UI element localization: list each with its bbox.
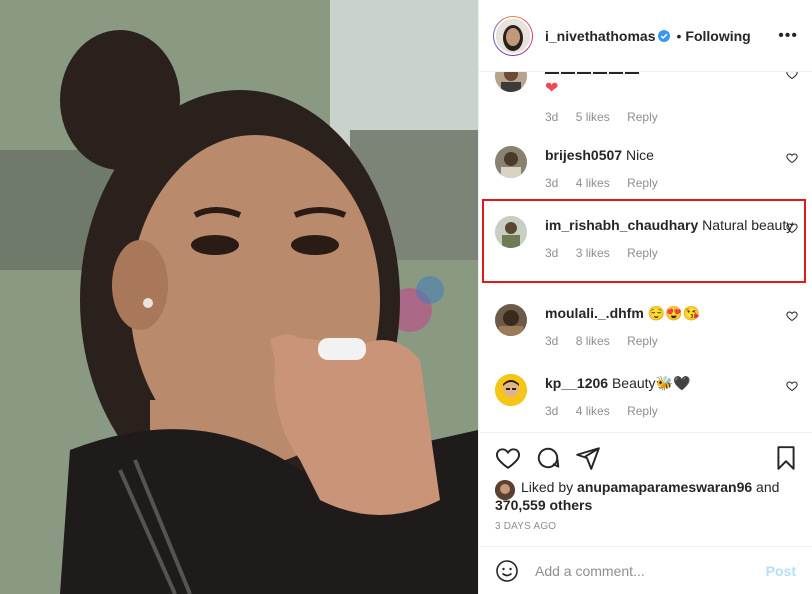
comment-emoji: ❤	[545, 80, 559, 97]
comment-meta: 3d 5 likes Reply	[545, 110, 798, 124]
comment-item: moulali._.dhfm 😌😍😘 3d 8 likes Reply	[495, 304, 798, 348]
comment-text: Beauty🐝🖤	[611, 375, 691, 391]
like-comment-heart-icon[interactable]	[786, 72, 798, 80]
like-comment-heart-icon[interactable]	[786, 152, 798, 164]
save-bookmark-icon[interactable]	[773, 445, 799, 471]
author-username[interactable]: i_nivethathomas	[545, 28, 655, 44]
comment-age: 3d	[545, 176, 559, 190]
liker-avatar[interactable]	[495, 480, 515, 500]
emoji-smiley-icon[interactable]	[495, 559, 519, 583]
comment-age: 3d	[545, 334, 559, 348]
post-actions	[479, 432, 812, 479]
highlight-box	[482, 199, 806, 283]
share-direct-icon[interactable]	[575, 445, 601, 471]
commenter-avatar[interactable]	[495, 374, 527, 406]
reply-button[interactable]: Reply	[627, 334, 658, 348]
post-comment-button[interactable]: Post	[766, 563, 796, 579]
post-side-panel: i_nivethathomas • Following ••• ▬▬▬▬▬▬ ❤…	[478, 0, 812, 594]
liked-by: Liked by anupamaparameswaran96 and 370,5…	[495, 478, 798, 514]
author-avatar[interactable]	[493, 15, 533, 56]
comment-likes[interactable]: 4 likes	[576, 404, 610, 418]
liked-by-user[interactable]: anupamaparameswaran96	[577, 479, 752, 495]
comment-likes[interactable]: 4 likes	[576, 176, 610, 190]
liked-by-prefix: Liked by	[521, 479, 578, 495]
comment-item: ▬▬▬▬▬▬ ❤ 3d 5 likes Reply	[495, 72, 798, 124]
commenter-avatar[interactable]	[495, 304, 527, 336]
like-comment-heart-icon[interactable]	[786, 310, 798, 322]
post-photo	[0, 0, 478, 594]
comment-meta: 3d 4 likes Reply	[545, 404, 798, 418]
comments-list[interactable]: ▬▬▬▬▬▬ ❤ 3d 5 likes Reply brijesh0507 Ni…	[479, 72, 812, 432]
add-comment-bar: Post	[479, 546, 812, 594]
comment-bubble-icon[interactable]	[535, 445, 561, 471]
comment-text: 😌😍😘	[647, 305, 700, 321]
comment-username[interactable]: kp__1206	[545, 375, 608, 391]
comment-text: Nice	[625, 147, 654, 163]
following-button[interactable]: Following	[685, 28, 750, 44]
separator-dot: •	[676, 27, 682, 44]
comment-likes[interactable]: 5 likes	[576, 110, 610, 124]
reply-button[interactable]: Reply	[627, 110, 658, 124]
like-comment-heart-icon[interactable]	[786, 380, 798, 392]
post-photo-illustration	[0, 0, 478, 594]
commenter-avatar[interactable]	[495, 72, 527, 92]
more-options-icon[interactable]: •••	[778, 27, 798, 45]
comment-meta: 3d 8 likes Reply	[545, 334, 798, 348]
comment-username[interactable]: brijesh0507	[545, 147, 622, 163]
comment-age: 3d	[545, 110, 559, 124]
like-heart-icon[interactable]	[495, 445, 521, 471]
comment-likes[interactable]: 8 likes	[576, 334, 610, 348]
comment-item: brijesh0507 Nice 3d 4 likes Reply	[495, 146, 798, 190]
liked-by-and: and	[752, 479, 780, 495]
comment-input[interactable]	[533, 561, 766, 580]
post-timestamp[interactable]: 3 DAYS AGO	[495, 521, 556, 532]
reply-button[interactable]: Reply	[627, 176, 658, 190]
comment-item: kp__1206 Beauty🐝🖤 3d 4 likes Reply	[495, 374, 798, 418]
comment-age: 3d	[545, 404, 559, 418]
post-header: i_nivethathomas • Following •••	[479, 0, 812, 72]
comment-meta: 3d 4 likes Reply	[545, 176, 798, 190]
comment-username[interactable]: moulali._.dhfm	[545, 305, 644, 321]
likes-count[interactable]: 370,559 others	[495, 497, 592, 513]
commenter-avatar[interactable]	[495, 146, 527, 178]
reply-button[interactable]: Reply	[627, 404, 658, 418]
verified-badge-icon	[658, 29, 671, 42]
